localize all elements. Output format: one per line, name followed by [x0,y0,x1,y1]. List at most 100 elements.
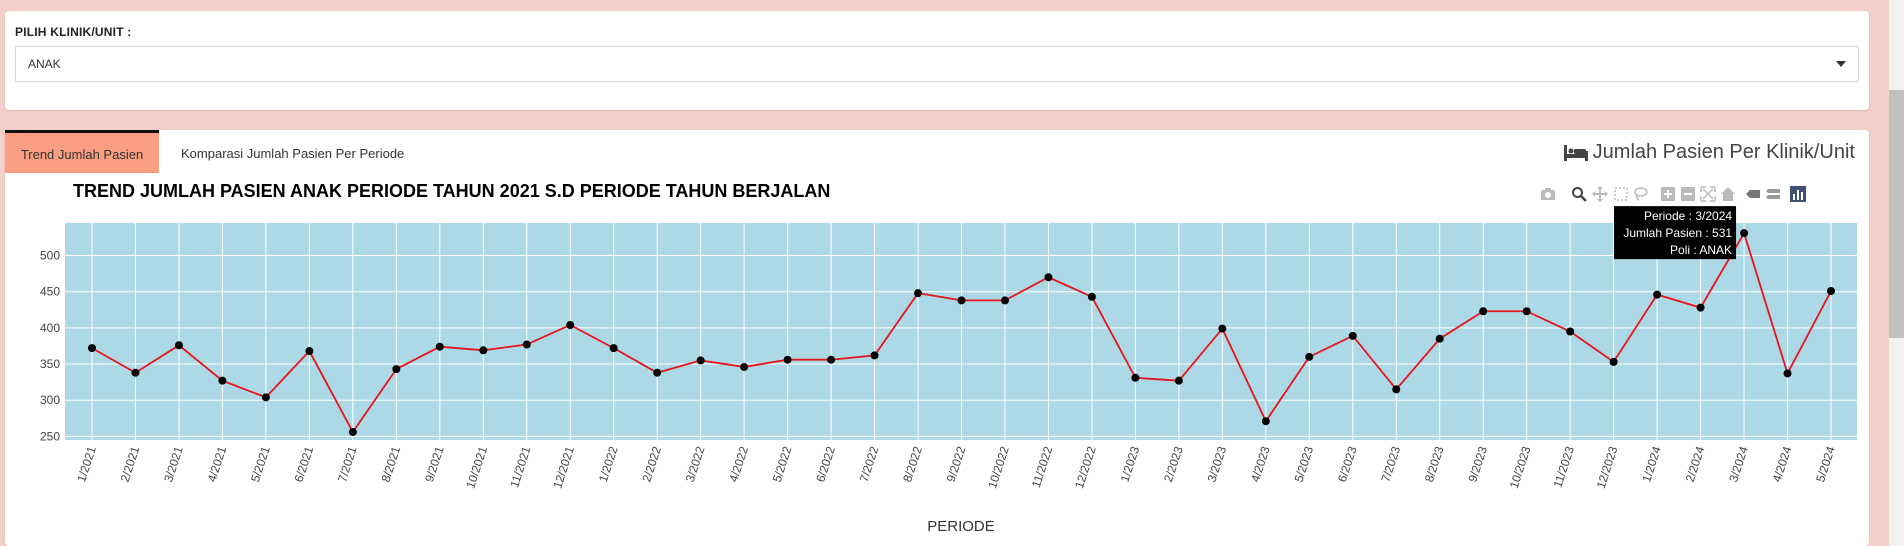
data-point[interactable] [261,393,270,402]
data-point[interactable] [566,320,575,329]
data-point[interactable] [1348,331,1357,340]
bed-icon [1563,144,1588,161]
data-point[interactable] [348,428,357,437]
tooltip-jumlah-pasien: Jumlah Pasien : 531 [1623,226,1732,240]
data-point[interactable] [740,362,749,371]
x-tick-label: 2/2021 [118,444,143,484]
x-tick-label: 5/2021 [248,444,273,484]
data-point[interactable] [1479,307,1488,316]
clinic-unit-select-value: ANAK [28,57,61,71]
x-tick-label: 12/2022 [1072,444,1099,490]
x-tick-label: 1/2021 [74,444,99,484]
x-tick-label: 4/2022 [726,444,751,484]
x-tick-label: 3/2023 [1205,444,1230,484]
tab-trend-label: Trend Jumlah Pasien [20,147,144,162]
data-point[interactable] [1740,229,1749,238]
x-tick-label: 3/2022 [683,444,708,484]
data-point[interactable] [435,342,444,351]
filter-label: PILIH KLINIK/UNIT : [15,25,132,39]
data-point[interactable] [305,347,314,356]
tooltip-periode: Periode : 3/2024 [1644,209,1732,223]
x-tick-label: 3/2021 [161,444,186,484]
y-tick-label: 500 [40,249,60,263]
data-point[interactable] [1000,296,1009,305]
clinic-unit-select[interactable]: ANAK [15,46,1859,82]
x-tick-label: 1/2023 [1118,444,1143,484]
x-tick-label: 9/2021 [422,444,447,484]
filter-panel: PILIH KLINIK/UNIT : ANAK [5,11,1869,110]
chart-title: TREND JUMLAH PASIEN ANAK PERIODE TAHUN 2… [73,181,830,201]
data-point[interactable] [827,355,836,364]
x-tick-label: 11/2022 [1029,444,1056,489]
tooltip-poli: Poli : ANAK [1670,243,1732,257]
panel-title-text: Jumlah Pasien Per Klinik/Unit [1592,141,1855,163]
data-point[interactable] [131,368,140,377]
data-point[interactable] [1218,324,1227,333]
x-tick-label: 12/2023 [1594,444,1621,490]
data-point[interactable] [609,344,618,353]
x-tick-label: 6/2021 [292,444,317,484]
x-tick-label: 5/2023 [1291,444,1316,484]
data-point[interactable] [1566,327,1575,336]
tab-komparasi-jumlah-pasien[interactable]: Komparasi Jumlah Pasien Per Periode [161,130,421,173]
data-point[interactable] [1131,373,1140,382]
x-tick-label: 5/2022 [770,444,795,484]
data-point[interactable] [870,351,879,360]
x-tick-label: 9/2022 [944,444,969,484]
x-tick-label: 11/2021 [507,444,534,489]
data-point[interactable] [1696,303,1705,312]
y-tick-label: 300 [40,393,60,407]
data-point[interactable] [1435,334,1444,343]
y-tick-label: 350 [40,357,60,371]
x-tick-label: 10/2021 [463,444,490,490]
x-tick-label: 5/2024 [1813,444,1838,484]
x-tick-label: 4/2023 [1248,444,1273,484]
tab-trend-jumlah-pasien[interactable]: Trend Jumlah Pasien [5,130,159,173]
trend-line-chart: TREND JUMLAH PASIEN ANAK PERIODE TAHUN 2… [40,181,1857,535]
x-tick-label: 2/2024 [1683,444,1708,484]
data-point[interactable] [1261,417,1270,426]
x-tick-label: 6/2023 [1335,444,1360,484]
x-tick-label: 8/2023 [1422,444,1447,484]
x-tick-label: 12/2021 [550,444,577,490]
x-axis-ticks: 1/2021 2/2021 3/2021 4/2021 5/2021 6/2021 7/20… [74,444,1838,490]
data-point[interactable] [479,346,488,355]
x-tick-label: 8/2021 [379,444,404,484]
x-tick-label: 2/2023 [1161,444,1186,484]
data-point[interactable] [1522,307,1531,316]
data-point[interactable] [218,376,227,385]
data-point[interactable] [1783,369,1792,378]
x-tick-label: 6/2022 [813,444,838,484]
data-point[interactable] [1305,352,1314,361]
y-axis-ticks: 250 300 350 400 450 500 [40,249,60,444]
data-point[interactable] [653,368,662,377]
x-tick-label: 9/2023 [1465,444,1490,484]
data-point[interactable] [957,296,966,305]
x-tick-label: 7/2022 [857,444,882,484]
data-point[interactable] [392,365,401,374]
x-tick-label: 10/2022 [985,444,1012,490]
data-point[interactable] [1087,292,1096,301]
panel-title: Jumlah Pasien Per Klinik/Unit [1563,141,1855,164]
data-point[interactable] [914,289,923,298]
data-point[interactable] [1174,376,1183,385]
data-point[interactable] [1044,273,1053,282]
data-point[interactable] [783,355,792,364]
data-point[interactable] [1392,385,1401,394]
data-point[interactable] [1609,357,1618,366]
x-tick-label: 8/2022 [900,444,925,484]
data-point[interactable] [1827,286,1835,295]
scrollbar-thumb[interactable] [1889,90,1904,338]
data-point[interactable] [522,340,531,349]
chevron-down-icon[interactable] [1836,61,1846,67]
data-point[interactable] [696,356,705,365]
chart-panel: Trend Jumlah Pasien Komparasi Jumlah Pas… [5,130,1869,546]
y-tick-label: 250 [40,429,60,443]
x-tick-label: 10/2023 [1507,444,1534,490]
data-point[interactable] [1653,290,1662,299]
data-point[interactable] [88,344,96,353]
x-tick-label: 4/2024 [1770,444,1795,484]
x-tick-label: 3/2024 [1726,444,1751,484]
data-point[interactable] [174,341,183,350]
x-tick-label: 4/2021 [205,444,230,484]
